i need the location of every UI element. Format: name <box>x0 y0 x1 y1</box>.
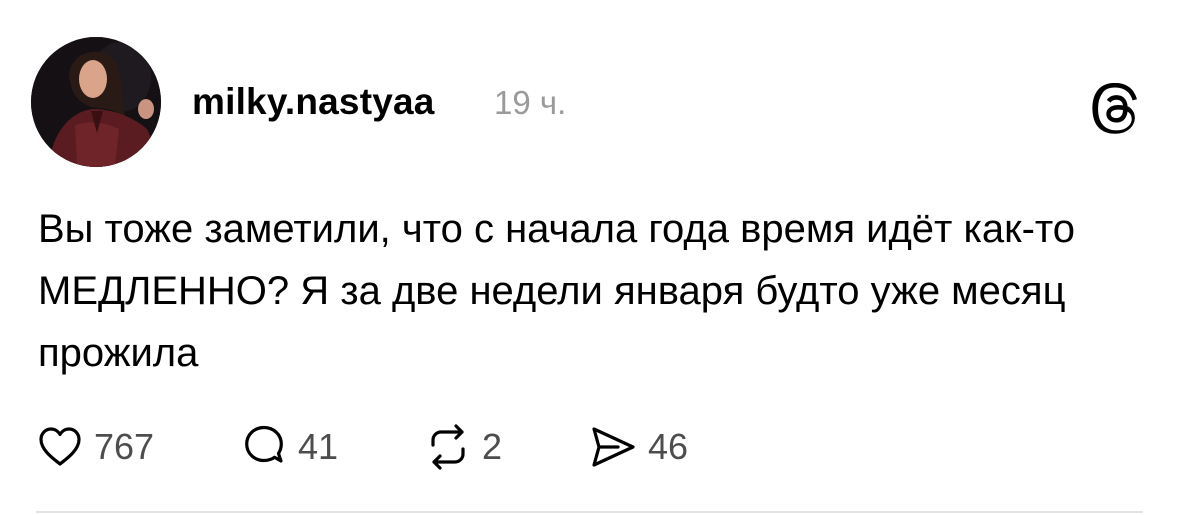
threads-logo-icon[interactable] <box>1090 82 1142 135</box>
comment-count: 41 <box>298 426 339 467</box>
avatar[interactable] <box>31 37 161 167</box>
username[interactable]: milky.nastyaa <box>192 78 435 126</box>
avatar-photo <box>31 37 161 167</box>
heart-icon <box>39 427 81 466</box>
send-icon <box>592 427 635 467</box>
repost-count: 2 <box>482 426 503 467</box>
divider <box>36 511 1143 513</box>
like-count: 767 <box>94 426 155 467</box>
post-timestamp: 19 ч. <box>494 84 567 121</box>
comment-button[interactable]: 41 <box>240 417 338 477</box>
thread-post: milky.nastyaa 19 ч. Вы тоже заметили, чт… <box>0 0 1179 515</box>
post-actions: 767 41 2 46 <box>36 417 836 477</box>
repost-icon <box>431 424 465 470</box>
post-text: Вы тоже заметили, что с начала года врем… <box>38 207 1076 375</box>
share-count: 46 <box>648 426 689 467</box>
repost-button[interactable]: 2 <box>424 417 502 477</box>
comment-icon <box>245 425 283 463</box>
like-button[interactable]: 767 <box>36 417 154 477</box>
share-button[interactable]: 46 <box>588 417 688 477</box>
